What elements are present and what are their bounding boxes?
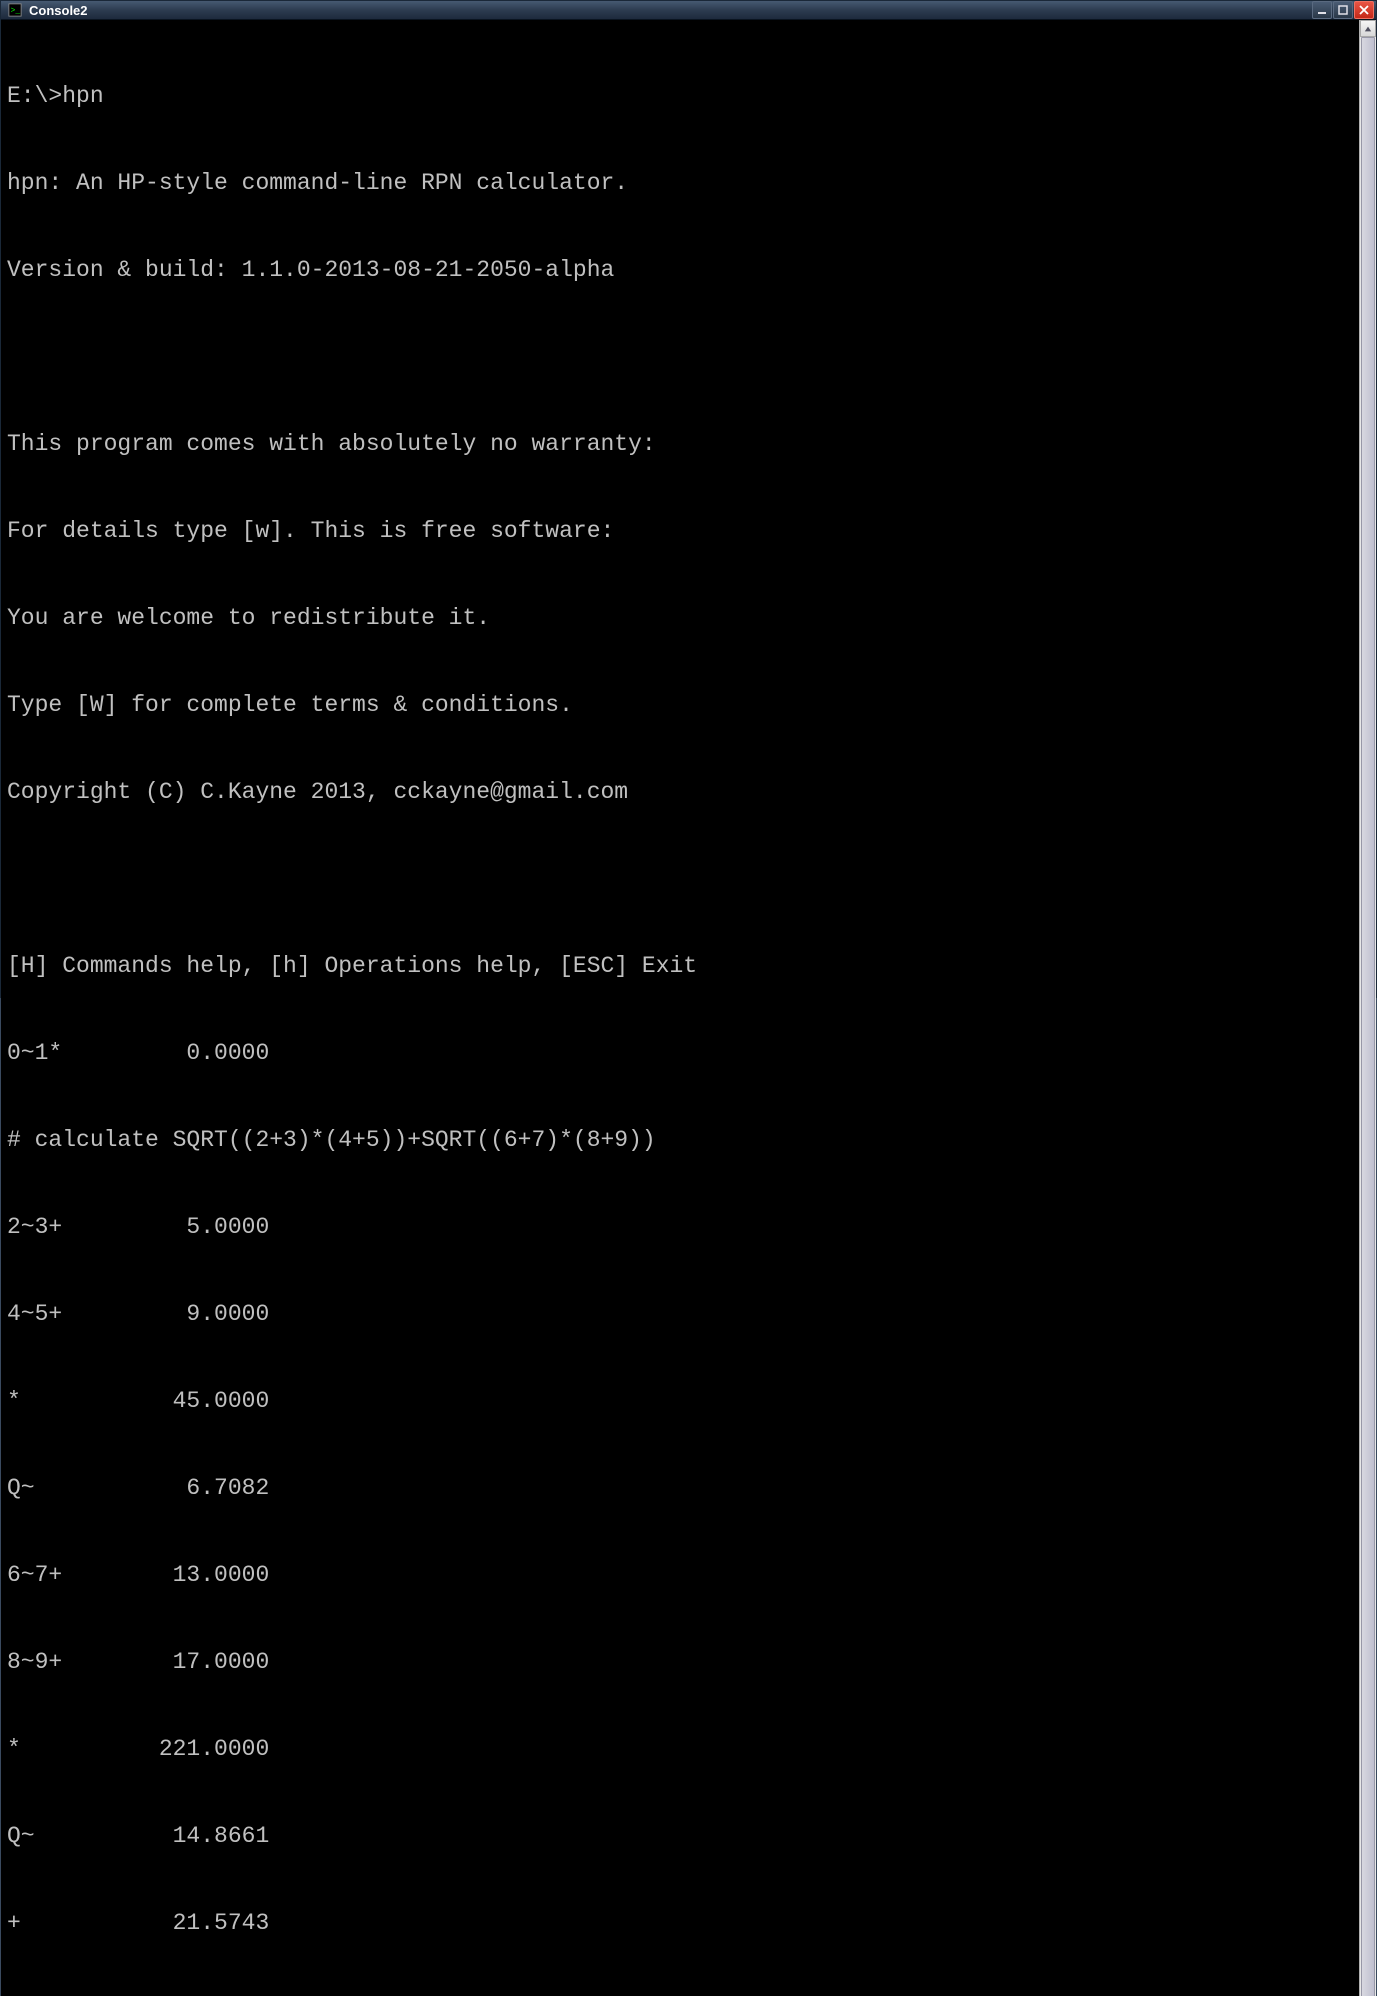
scroll-track[interactable] bbox=[1360, 37, 1376, 1996]
terminal-line: # calculate SQRT((2+3)*(4+5))+SQRT((6+7)… bbox=[7, 1126, 1353, 1155]
terminal-line: + 21.5743 bbox=[7, 1909, 1353, 1938]
maximize-button[interactable] bbox=[1333, 1, 1353, 19]
minimize-button[interactable] bbox=[1312, 1, 1332, 19]
terminal-line: 8~9+ 17.0000 bbox=[7, 1648, 1353, 1677]
window-title: Console2 bbox=[27, 3, 1312, 18]
terminal-line: Q~ 14.8661 bbox=[7, 1822, 1353, 1851]
scroll-thumb[interactable] bbox=[1361, 37, 1375, 1996]
titlebar[interactable]: >_ Console2 bbox=[1, 1, 1376, 20]
terminal-line: Copyright (C) C.Kayne 2013, cckayne@gmai… bbox=[7, 778, 1353, 807]
close-button[interactable] bbox=[1354, 1, 1374, 19]
svg-text:>_: >_ bbox=[11, 7, 21, 16]
terminal-output[interactable]: E:\>hpn hpn: An HP-style command-line RP… bbox=[1, 20, 1359, 1996]
terminal-line: * 221.0000 bbox=[7, 1735, 1353, 1764]
terminal-line: 2~3+ 5.0000 bbox=[7, 1213, 1353, 1242]
terminal-line: [H] Commands help, [h] Operations help, … bbox=[7, 952, 1353, 981]
terminal-line: hpn: An HP-style command-line RPN calcul… bbox=[7, 169, 1353, 198]
terminal-line: E:\>hpn bbox=[7, 82, 1353, 111]
terminal-line bbox=[7, 343, 1353, 372]
terminal-line: 0~1* 0.0000 bbox=[7, 1039, 1353, 1068]
terminal-line bbox=[7, 865, 1353, 894]
terminal-line: This program comes with absolutely no wa… bbox=[7, 430, 1353, 459]
terminal-line: Q~ 6.7082 bbox=[7, 1474, 1353, 1503]
terminal-line: You are welcome to redistribute it. bbox=[7, 604, 1353, 633]
console-window: >_ Console2 E:\>hpn bbox=[0, 0, 1377, 998]
vertical-scrollbar[interactable] bbox=[1359, 20, 1376, 1996]
window-controls bbox=[1312, 1, 1374, 19]
terminal-line: Type [W] for complete terms & conditions… bbox=[7, 691, 1353, 720]
scroll-up-button[interactable] bbox=[1360, 20, 1376, 37]
terminal-line: 4~5+ 9.0000 bbox=[7, 1300, 1353, 1329]
terminal-line: 6~7+ 13.0000 bbox=[7, 1561, 1353, 1590]
terminal-line: * 45.0000 bbox=[7, 1387, 1353, 1416]
app-icon: >_ bbox=[7, 2, 23, 18]
terminal-line: For details type [w]. This is free softw… bbox=[7, 517, 1353, 546]
content-area: E:\>hpn hpn: An HP-style command-line RP… bbox=[1, 20, 1376, 1996]
terminal-line: Version & build: 1.1.0-2013-08-21-2050-a… bbox=[7, 256, 1353, 285]
